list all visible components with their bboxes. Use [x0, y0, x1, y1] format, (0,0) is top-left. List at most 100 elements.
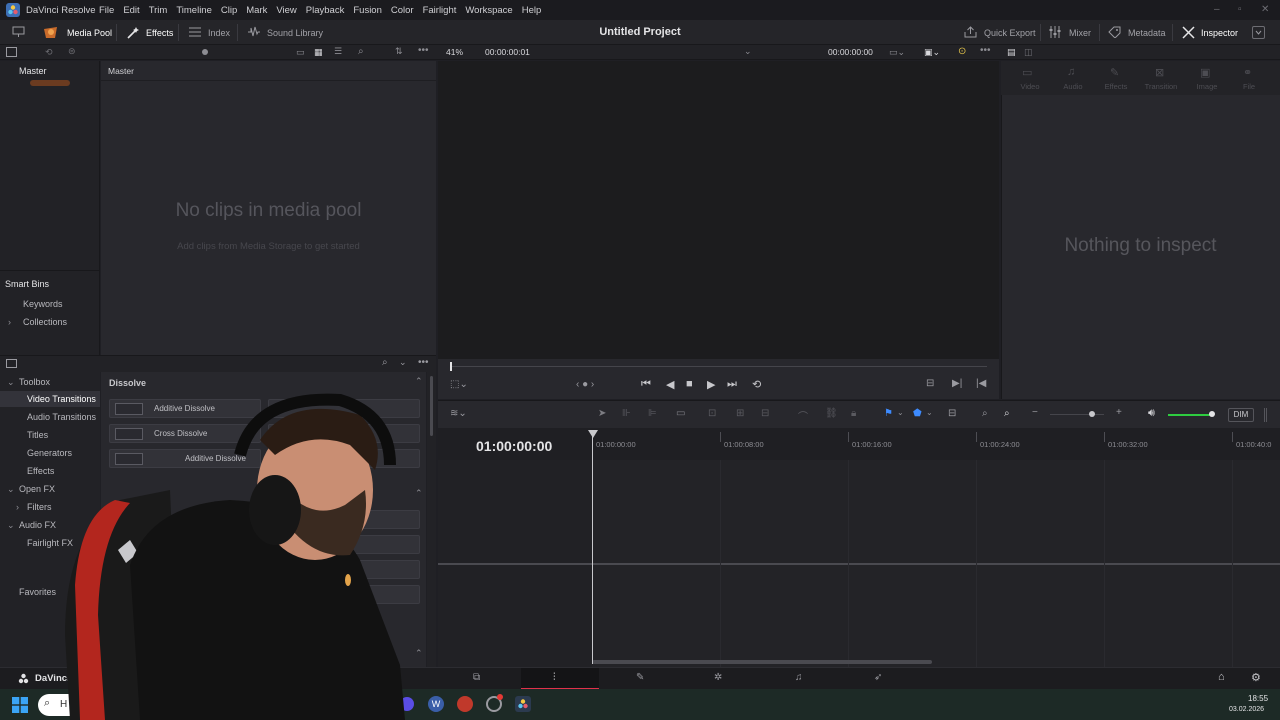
monitor-icon[interactable] — [12, 26, 25, 38]
split-view-icon[interactable]: ◫ — [1024, 47, 1033, 58]
effects-wand-icon[interactable] — [126, 26, 140, 39]
dim-button[interactable]: DIM — [1228, 408, 1254, 422]
gear-icon[interactable]: ⚙ — [1251, 671, 1261, 684]
inspector-tab-image[interactable]: Image — [1184, 82, 1230, 91]
menu-file[interactable]: File — [99, 5, 114, 16]
grid-view-icon[interactable]: ▦ — [314, 47, 323, 58]
timeline-ruler[interactable] — [592, 428, 1280, 460]
tree-filters[interactable]: Filters — [27, 502, 52, 512]
replace-clip-icon[interactable]: ⊟ — [761, 408, 769, 419]
lock-icon[interactable]: 🔒︎ — [851, 408, 856, 419]
zoom-custom-icon[interactable]: ⌕ — [1004, 408, 1010, 419]
menu-trim[interactable]: Trim — [149, 5, 168, 16]
maximize-icon[interactable]: ▫ — [1238, 4, 1242, 15]
chevron-down-icon[interactable]: ⌄ — [897, 408, 904, 417]
inspector-tab-file[interactable]: File — [1226, 82, 1272, 91]
inspector-tab-audio[interactable]: Audio — [1050, 82, 1096, 91]
inspector-tab-video[interactable]: Video — [1007, 82, 1053, 91]
home-icon[interactable]: ⌂ — [1218, 671, 1225, 683]
inspector-tab-effects[interactable]: Effects — [1093, 82, 1139, 91]
previous-edit-icon[interactable]: |◀ — [976, 378, 986, 389]
more-options-icon[interactable]: ••• — [418, 45, 429, 56]
fairlight-page-icon[interactable]: ♫ — [795, 672, 803, 683]
timeline-tracks[interactable] — [438, 460, 1280, 667]
audio-tab-icon[interactable]: ♫ — [1067, 66, 1075, 78]
go-to-end-icon[interactable]: ⏭ — [727, 378, 737, 391]
word-icon[interactable]: W — [428, 696, 444, 712]
effects-tab-icon[interactable]: ✎ — [1110, 66, 1119, 79]
viewer-options-icon[interactable]: ••• — [980, 45, 991, 56]
effects-scrollbar[interactable] — [427, 372, 436, 667]
edit-page-icon[interactable]: ⧉ — [473, 672, 480, 683]
transition-tab-icon[interactable]: ⊠ — [1155, 66, 1164, 79]
color-page-icon[interactable]: ✲ — [714, 672, 722, 683]
menu-workspace[interactable]: Workspace — [465, 5, 512, 16]
chevron-down-icon[interactable]: ⌄ — [399, 357, 407, 368]
zoom-slider-track[interactable] — [1050, 414, 1104, 415]
chevron-down-icon[interactable]: ⌄ — [7, 377, 15, 388]
deliver-page-icon[interactable]: ➶ — [874, 672, 882, 683]
mixer-button[interactable]: Mixer — [1069, 28, 1091, 38]
viewer-zoom[interactable]: 41% — [446, 47, 463, 57]
playhead[interactable] — [592, 432, 593, 664]
zoom-in-icon[interactable]: + — [1116, 407, 1122, 418]
jog-control[interactable]: ‹ ● › — [576, 379, 594, 390]
zoom-slider-handle[interactable] — [1089, 411, 1095, 417]
viewer[interactable] — [438, 61, 999, 359]
sidebar-toggle-icon[interactable] — [6, 359, 17, 368]
marker-icon[interactable]: ⬟ — [913, 408, 922, 419]
menu-timeline[interactable]: Timeline — [176, 5, 212, 16]
dynamic-trim-icon[interactable]: ⊫ — [648, 408, 657, 419]
tree-audio-fx[interactable]: Audio FX — [19, 520, 56, 530]
color-picker-icon[interactable]: ⊙ — [958, 46, 966, 57]
more-options-icon[interactable]: ••• — [418, 357, 429, 368]
viewer-mode-icon[interactable]: ▭⌄ — [889, 47, 905, 58]
video-audio-divider[interactable] — [438, 563, 1280, 565]
playhead-handle[interactable] — [588, 430, 598, 438]
volume-slider-handle[interactable] — [1209, 411, 1215, 417]
play-icon[interactable]: ▶ — [707, 378, 715, 391]
search-icon[interactable]: ⌕ — [358, 46, 364, 57]
play-reverse-icon[interactable]: ◀ — [666, 378, 674, 391]
scrollbar-thumb[interactable] — [430, 376, 433, 436]
match-frame-icon[interactable]: ⊟ — [926, 378, 934, 389]
menu-help[interactable]: Help — [522, 5, 542, 16]
sound-library-button[interactable]: Sound Library — [267, 28, 323, 38]
flag-icon[interactable]: ⚑ — [884, 408, 893, 419]
effects-button[interactable]: Effects — [146, 28, 173, 38]
metadata-filter-icon[interactable]: ⊜ — [68, 46, 76, 57]
quick-export-icon[interactable] — [964, 26, 977, 38]
stop-icon[interactable]: ■ — [686, 378, 693, 390]
volume-slider-track[interactable] — [1168, 414, 1212, 416]
chevron-up-icon[interactable]: ⌃ — [415, 648, 423, 659]
snapping-icon[interactable]: ⌒ — [798, 408, 808, 423]
file-tab-icon[interactable]: ⚭ — [1243, 66, 1252, 79]
go-to-start-icon[interactable]: ⏮ — [641, 378, 651, 391]
menu-playback[interactable]: Playback — [306, 5, 345, 16]
scopes-icon[interactable]: ▣⌄ — [924, 47, 940, 58]
minimize-icon[interactable]: – — [1214, 4, 1220, 15]
chevron-up-icon[interactable]: ⌃ — [415, 488, 423, 499]
timeline-view-options-icon[interactable]: ≋⌄ — [450, 408, 467, 419]
image-tab-icon[interactable]: ▣ — [1200, 66, 1210, 79]
chevron-down-icon[interactable]: ⌄ — [926, 408, 933, 417]
fusion-page-icon[interactable]: ✎ — [636, 672, 644, 683]
menu-view[interactable]: View — [276, 5, 296, 16]
sort-icon[interactable]: ⇅ — [395, 46, 403, 57]
timeline-scrollbar[interactable] — [592, 660, 932, 664]
tree-toolbox[interactable]: Toolbox — [19, 377, 50, 387]
chevron-down-icon[interactable]: ⌄ — [7, 484, 15, 495]
speaker-icon[interactable]: 🔊︎ — [1148, 407, 1155, 420]
smart-bin-keywords[interactable]: Keywords — [23, 299, 63, 309]
next-edit-icon[interactable]: ▶| — [952, 378, 962, 389]
zoom-full-icon[interactable]: ⊟ — [948, 408, 956, 419]
windows-start-icon[interactable] — [12, 697, 28, 713]
master-bin[interactable]: Master — [19, 66, 47, 76]
scrubber-playhead[interactable] — [450, 362, 452, 371]
chevron-right-icon[interactable]: › — [8, 317, 11, 327]
davinci-taskbar-icon[interactable] — [515, 696, 531, 712]
tree-open-fx[interactable]: Open FX — [19, 484, 55, 494]
clip-view-icon[interactable]: ▭ — [296, 47, 305, 58]
chevron-down-icon[interactable]: ⌄ — [744, 46, 752, 57]
quick-export-button[interactable]: Quick Export — [984, 28, 1036, 38]
